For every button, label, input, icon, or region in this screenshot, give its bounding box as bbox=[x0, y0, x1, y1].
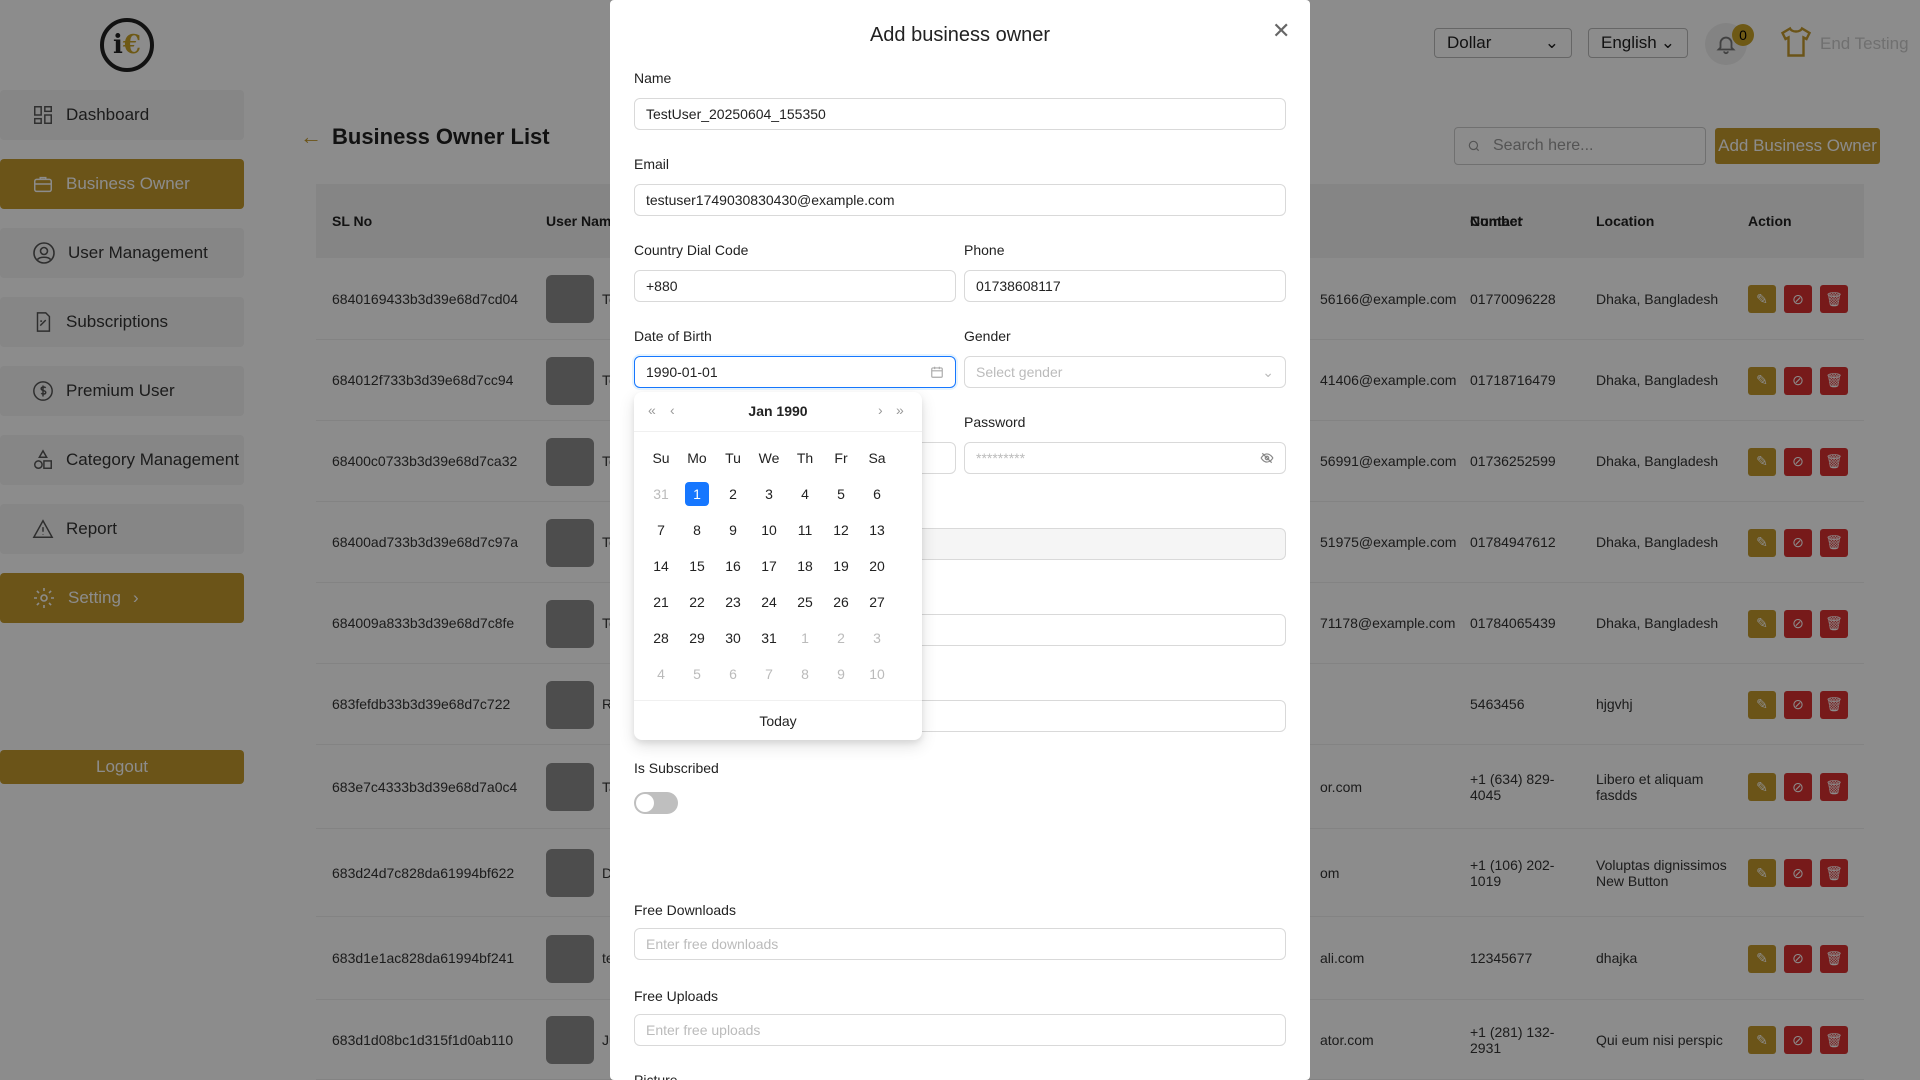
date-cell[interactable]: 10 bbox=[862, 662, 892, 686]
dob-field[interactable]: 1990-01-01 bbox=[634, 356, 956, 388]
date-cell[interactable]: 2 bbox=[718, 482, 748, 506]
gender-placeholder: Select gender bbox=[976, 364, 1063, 380]
phone-label: Phone bbox=[964, 242, 1005, 258]
date-picker-popup: « ‹ Jan 1990 › » Su Mo Tu We Th Fr Sa 31 1 2 3 4 5 6 7… bbox=[634, 392, 922, 740]
dob-value: 1990-01-01 bbox=[646, 364, 718, 380]
close-icon[interactable]: ✕ bbox=[1272, 18, 1290, 44]
date-cell[interactable]: 17 bbox=[754, 554, 784, 578]
dial-code-label: Country Dial Code bbox=[634, 242, 749, 258]
date-cell[interactable]: 6 bbox=[862, 482, 892, 506]
date-cell[interactable]: 19 bbox=[826, 554, 856, 578]
gender-label: Gender bbox=[964, 328, 1011, 344]
dial-code-field[interactable]: +880 bbox=[634, 270, 956, 302]
date-cell[interactable]: 28 bbox=[646, 626, 676, 650]
date-cell[interactable]: 31 bbox=[754, 626, 784, 650]
free-downloads-label: Free Downloads bbox=[634, 902, 736, 918]
subscribed-label: Is Subscribed bbox=[634, 760, 719, 776]
date-cell[interactable]: 8 bbox=[682, 518, 712, 542]
date-cell[interactable]: 16 bbox=[718, 554, 748, 578]
date-cell[interactable]: 18 bbox=[790, 554, 820, 578]
next-year-icon[interactable]: » bbox=[896, 402, 904, 418]
date-cell[interactable]: 22 bbox=[682, 590, 712, 614]
weekday-label: We bbox=[758, 450, 780, 466]
dob-label: Date of Birth bbox=[634, 328, 712, 344]
weekday-label: Th bbox=[796, 450, 814, 466]
date-cell[interactable]: 15 bbox=[682, 554, 712, 578]
date-cell[interactable]: 5 bbox=[826, 482, 856, 506]
weekday-label: Tu bbox=[725, 450, 741, 466]
weekday-label: Fr bbox=[834, 450, 848, 466]
phone-field[interactable]: 01738608117 bbox=[964, 270, 1286, 302]
date-cell[interactable]: 2 bbox=[826, 626, 856, 650]
date-cell[interactable]: 29 bbox=[682, 626, 712, 650]
date-cell[interactable]: 14 bbox=[646, 554, 676, 578]
password-value: ********* bbox=[976, 450, 1026, 466]
date-cell[interactable]: 10 bbox=[754, 518, 784, 542]
picture-label: Picture bbox=[634, 1072, 678, 1080]
email-field[interactable]: testuser1749030830430@example.com bbox=[634, 184, 1286, 216]
date-cell[interactable]: 20 bbox=[862, 554, 892, 578]
date-cell[interactable]: 26 bbox=[826, 590, 856, 614]
eye-off-icon[interactable] bbox=[1260, 451, 1274, 465]
date-cell[interactable]: 5 bbox=[682, 662, 712, 686]
date-cell[interactable]: 1 bbox=[790, 626, 820, 650]
name-field[interactable]: TestUser_20250604_155350 bbox=[634, 98, 1286, 130]
next-month-icon[interactable]: › bbox=[878, 402, 883, 418]
date-cell[interactable]: 21 bbox=[646, 590, 676, 614]
date-cell[interactable]: 31 bbox=[646, 482, 676, 506]
date-cell[interactable]: 4 bbox=[646, 662, 676, 686]
date-cell[interactable]: 8 bbox=[790, 662, 820, 686]
date-cell[interactable]: 27 bbox=[862, 590, 892, 614]
password-label: Password bbox=[964, 414, 1026, 430]
password-field[interactable]: ********* bbox=[964, 442, 1286, 474]
year-label[interactable]: 1990 bbox=[776, 403, 807, 419]
name-label: Name bbox=[634, 70, 672, 86]
date-cell[interactable]: 3 bbox=[754, 482, 784, 506]
date-cell[interactable]: 25 bbox=[790, 590, 820, 614]
date-cell[interactable]: 23 bbox=[718, 590, 748, 614]
month-label[interactable]: Jan bbox=[748, 403, 772, 419]
date-cell[interactable]: 6 bbox=[718, 662, 748, 686]
date-cell[interactable]: 12 bbox=[826, 518, 856, 542]
modal-title: Add business owner bbox=[869, 24, 1051, 46]
date-cell[interactable]: 30 bbox=[718, 626, 748, 650]
chevron-down-icon: ⌄ bbox=[1262, 363, 1274, 380]
gender-select[interactable]: Select gender ⌄ bbox=[964, 356, 1286, 388]
date-cell[interactable]: 4 bbox=[790, 482, 820, 506]
weekday-label: Mo bbox=[687, 450, 707, 466]
weekday-label: Su bbox=[652, 450, 670, 466]
date-cell[interactable]: 7 bbox=[754, 662, 784, 686]
date-cell[interactable]: 3 bbox=[862, 626, 892, 650]
email-label: Email bbox=[634, 156, 670, 172]
date-cell[interactable]: 24 bbox=[754, 590, 784, 614]
today-button[interactable]: Today bbox=[634, 700, 922, 740]
free-downloads-field[interactable]: Enter free downloads bbox=[634, 928, 1286, 960]
date-picker-header: « ‹ Jan 1990 › » bbox=[634, 392, 922, 432]
date-cell[interactable]: 9 bbox=[718, 518, 748, 542]
subscribed-toggle[interactable] bbox=[634, 792, 678, 814]
date-cell[interactable]: 9 bbox=[826, 662, 856, 686]
date-cell[interactable]: 7 bbox=[646, 518, 676, 542]
date-cell[interactable]: 1 bbox=[685, 482, 709, 506]
date-cell[interactable]: 11 bbox=[790, 518, 820, 542]
free-uploads-field[interactable]: Enter free uploads bbox=[634, 1014, 1286, 1046]
weekday-label: Sa bbox=[868, 450, 886, 466]
calendar-icon bbox=[931, 366, 943, 378]
date-cell[interactable]: 13 bbox=[862, 518, 892, 542]
free-uploads-label: Free Uploads bbox=[634, 988, 719, 1004]
